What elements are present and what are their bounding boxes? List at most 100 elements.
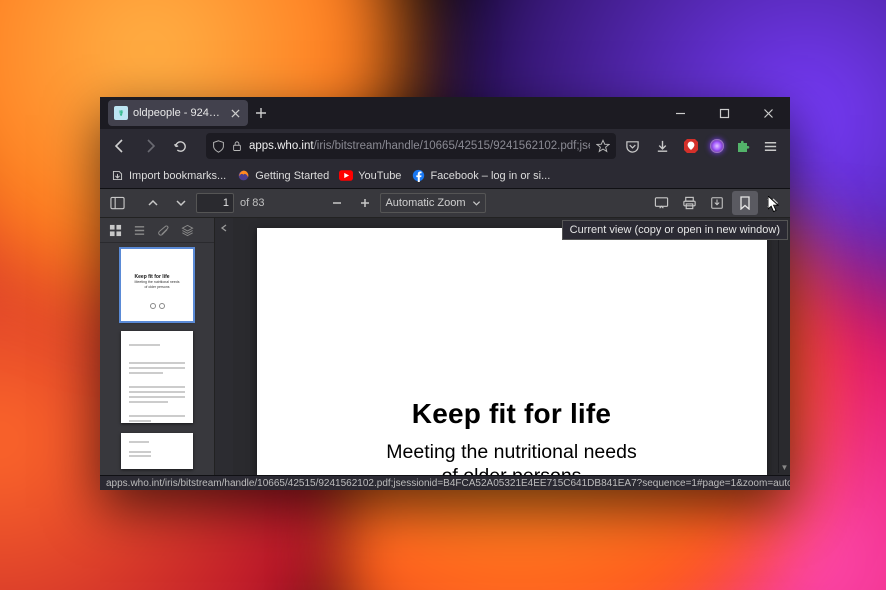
bookmark-label: Getting Started xyxy=(255,170,329,182)
save-icon xyxy=(710,196,724,210)
extension-adblock[interactable] xyxy=(680,135,702,157)
sidebar-resize-handle[interactable] xyxy=(215,218,233,475)
print-button[interactable] xyxy=(676,191,702,215)
collapse-icon xyxy=(219,223,229,233)
bookmark-facebook[interactable]: Facebook – log in or si... xyxy=(411,169,550,183)
chevron-down-icon xyxy=(175,197,187,209)
pocket-icon xyxy=(625,139,640,154)
doc-title: Keep fit for life xyxy=(257,398,767,430)
plus-icon xyxy=(359,197,371,209)
thumbnails-icon xyxy=(109,224,122,237)
scroll-down-button[interactable]: ▼ xyxy=(779,462,790,473)
tab-title: oldpeople - 9241562102.pdf xyxy=(133,107,223,119)
doc-subtitle-1: Meeting the nutritional needs xyxy=(257,440,767,464)
close-icon xyxy=(763,108,774,119)
forward-button[interactable] xyxy=(136,132,164,160)
attachment-icon xyxy=(157,224,170,237)
sidebar-toggle-button[interactable] xyxy=(104,191,130,215)
mouse-cursor xyxy=(768,196,780,214)
lock-icon xyxy=(231,140,243,152)
minimize-icon xyxy=(675,108,686,119)
presentation-icon xyxy=(654,196,669,210)
layers-icon xyxy=(181,224,194,237)
minus-icon xyxy=(331,197,343,209)
pdf-page-1: Keep fit for life Meeting the nutritiona… xyxy=(257,228,767,475)
url-text: apps.who.int/iris/bitstream/handle/10665… xyxy=(249,140,590,152)
window-controls xyxy=(658,98,790,128)
reload-icon xyxy=(173,139,188,154)
bookmark-star-icon[interactable] xyxy=(596,139,610,153)
thumbnail-page-2[interactable] xyxy=(121,331,193,423)
zoom-select[interactable]: Automatic Zoom xyxy=(380,193,485,213)
reload-button[interactable] xyxy=(166,132,194,160)
tooltip: Current view (copy or open in new window… xyxy=(562,220,788,240)
bookmark-label: Facebook – log in or si... xyxy=(430,170,550,182)
current-view-button[interactable] xyxy=(732,191,758,215)
bookmark-youtube[interactable]: YouTube xyxy=(339,169,401,183)
vertical-scrollbar[interactable]: ▲ ▼ xyxy=(778,220,789,473)
pdf-viewer: of 83 Automatic Zoom Current view (copy … xyxy=(100,189,790,475)
firefox-icon xyxy=(236,169,250,183)
address-bar[interactable]: apps.who.int/iris/bitstream/handle/10665… xyxy=(206,133,616,159)
bookmark-getting-started[interactable]: Getting Started xyxy=(236,169,329,183)
window-minimize-button[interactable] xyxy=(658,98,702,128)
favicon: ☤ xyxy=(114,106,128,120)
forward-icon xyxy=(142,138,158,154)
tab-strip: ☤ oldpeople - 9241562102.pdf xyxy=(100,97,790,129)
zoom-in-button[interactable] xyxy=(352,191,378,215)
download-button[interactable] xyxy=(704,191,730,215)
thumbnail-list[interactable]: Keep fit for life Meeting the nutritiona… xyxy=(100,243,214,475)
pdf-sidebar: Keep fit for life Meeting the nutritiona… xyxy=(100,218,215,475)
extension-glow[interactable] xyxy=(706,135,728,157)
page-number-input[interactable] xyxy=(196,193,234,213)
attachments-view-button[interactable] xyxy=(152,220,174,240)
download-icon xyxy=(655,139,670,154)
facebook-icon xyxy=(411,169,425,183)
outline-icon xyxy=(133,224,146,237)
bookmark-icon xyxy=(739,196,751,210)
tab-close-button[interactable] xyxy=(228,106,242,120)
sidebar-toolbar xyxy=(100,218,214,243)
glow-icon xyxy=(710,139,724,153)
browser-window: ☤ oldpeople - 9241562102.pdf apps.who.in… xyxy=(100,97,790,490)
tab-active[interactable]: ☤ oldpeople - 9241562102.pdf xyxy=(108,100,248,126)
maximize-icon xyxy=(719,108,730,119)
page-up-button[interactable] xyxy=(140,191,166,215)
pdf-main-view[interactable]: Keep fit for life Meeting the nutritiona… xyxy=(233,218,790,475)
thumbnails-view-button[interactable] xyxy=(104,220,126,240)
bookmarks-toolbar: Import bookmarks... Getting Started YouT… xyxy=(100,163,790,189)
bookmark-label: Import bookmarks... xyxy=(129,170,226,182)
extension-puzzle[interactable] xyxy=(732,135,754,157)
status-bar: apps.who.int/iris/bitstream/handle/10665… xyxy=(100,475,790,490)
chevron-down-icon xyxy=(472,199,481,208)
pdf-body: Keep fit for life Meeting the nutritiona… xyxy=(100,218,790,475)
print-icon xyxy=(682,196,697,210)
bookmark-import[interactable]: Import bookmarks... xyxy=(110,169,226,183)
page-down-button[interactable] xyxy=(168,191,194,215)
downloads-button[interactable] xyxy=(648,132,676,160)
page-total-label: of 83 xyxy=(240,197,264,209)
outline-view-button[interactable] xyxy=(128,220,150,240)
new-tab-button[interactable] xyxy=(248,100,274,126)
thumbnail-page-3[interactable] xyxy=(121,433,193,469)
zoom-label: Automatic Zoom xyxy=(385,197,465,209)
back-button[interactable] xyxy=(106,132,134,160)
pdf-toolbar: of 83 Automatic Zoom Current view (copy … xyxy=(100,189,790,218)
hamburger-icon xyxy=(763,139,778,154)
puzzle-icon xyxy=(735,138,751,154)
app-menu-button[interactable] xyxy=(756,132,784,160)
status-text: apps.who.int/iris/bitstream/handle/10665… xyxy=(106,478,790,489)
youtube-icon xyxy=(339,169,353,183)
window-maximize-button[interactable] xyxy=(702,98,746,128)
zoom-out-button[interactable] xyxy=(324,191,350,215)
layers-view-button[interactable] xyxy=(176,220,198,240)
chevron-up-icon xyxy=(147,197,159,209)
thumbnail-page-1[interactable]: Keep fit for life Meeting the nutritiona… xyxy=(121,249,193,321)
pocket-button[interactable] xyxy=(618,132,646,160)
bookmark-label: YouTube xyxy=(358,170,401,182)
window-close-button[interactable] xyxy=(746,98,790,128)
adblock-icon xyxy=(683,138,699,154)
presentation-button[interactable] xyxy=(648,191,674,215)
sidebar-icon xyxy=(110,196,125,210)
close-icon xyxy=(231,109,240,118)
